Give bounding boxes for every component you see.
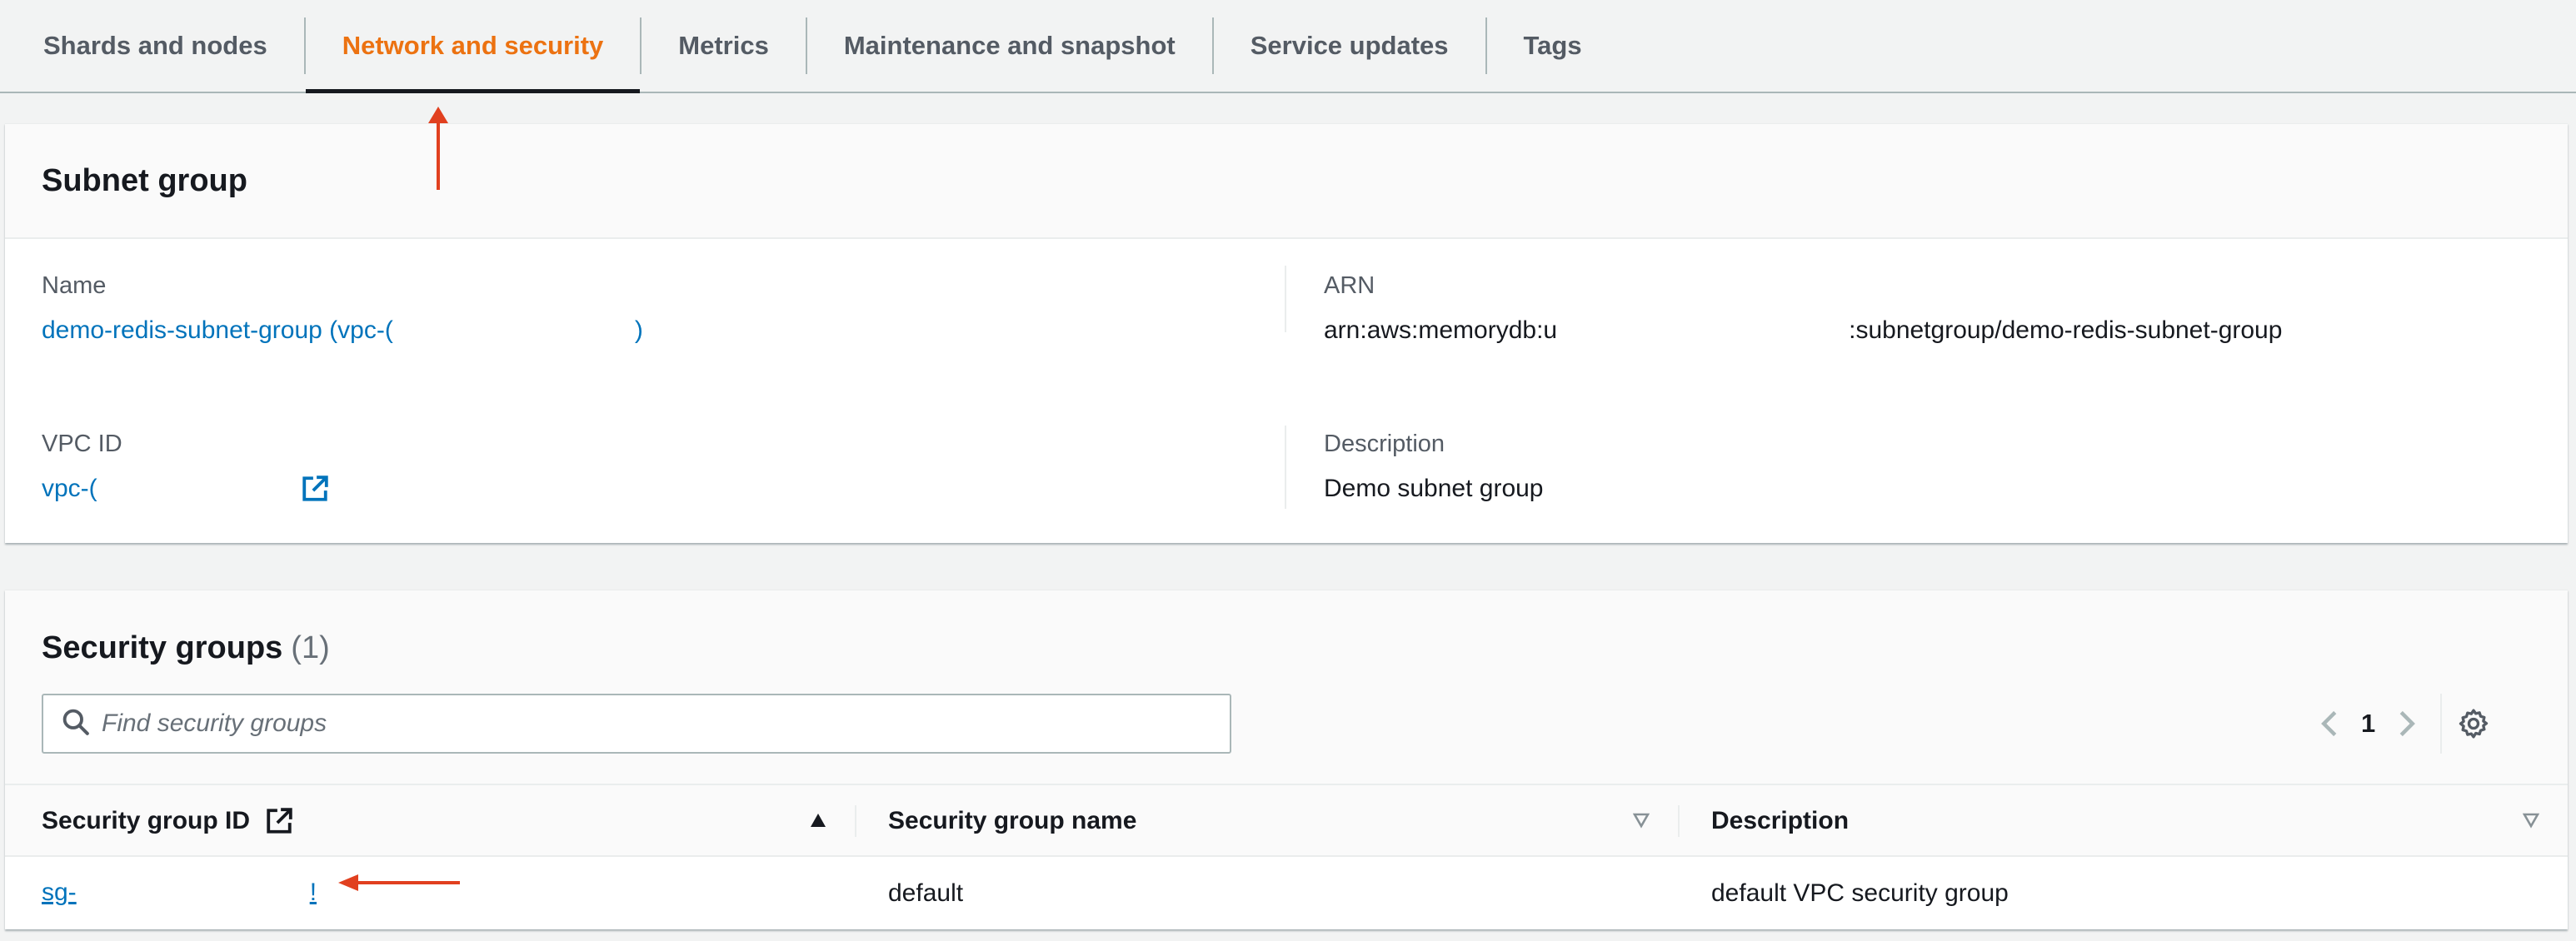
tab-network-and-security[interactable]: Network and security [305, 0, 641, 93]
description-label: Description [1324, 431, 1445, 457]
next-page-icon[interactable] [2390, 707, 2424, 740]
vpc-id-link[interactable]: vpc-( [42, 475, 97, 503]
sort-icon[interactable] [2523, 812, 2539, 829]
search-icon [62, 708, 90, 740]
redacted-region [97, 475, 301, 503]
arn-field: ARN arn:aws:memorydb:u :subnetgroup/demo-… [1324, 272, 2282, 346]
column-header-security-group-id[interactable]: Security group ID [42, 785, 293, 857]
column-header-security-group-name[interactable]: Security group name [888, 785, 1136, 857]
security-groups-count: (1) [291, 630, 330, 665]
tab-bar: Shards and nodes Network and security Me… [0, 0, 2576, 93]
subnet-group-panel: Subnet group Name demo-redis-subnet-grou… [5, 123, 2568, 543]
security-group-id-link[interactable]: sg-! [42, 879, 317, 909]
arn-value-start: arn:aws:memorydb:u [1324, 316, 1558, 344]
external-link-icon [265, 807, 293, 835]
vpc-id-label: VPC ID [42, 431, 122, 457]
column-title: Security group ID [42, 807, 251, 834]
subnet-group-header: Subnet group [5, 124, 2568, 239]
redacted-region [76, 879, 310, 909]
current-page[interactable]: 1 [2361, 709, 2375, 739]
table-header: Security group ID Security group name De… [5, 784, 2568, 857]
tab-metrics[interactable]: Metrics [642, 0, 806, 92]
redacted-region [1557, 317, 1850, 346]
arn-value-end: :subnetgroup/demo-redis-subnet-group [1849, 316, 2283, 344]
column-header-description[interactable]: Description [1711, 785, 1849, 857]
sort-ascending-icon[interactable] [810, 812, 826, 829]
column-divider [1678, 805, 1680, 837]
security-group-id-end: ! [309, 879, 317, 907]
external-link-icon[interactable] [301, 475, 329, 503]
security-groups-header: Security groups (1) [5, 590, 2568, 784]
subnet-group-name-end: ) [634, 316, 643, 344]
security-groups-title-text: Security groups [42, 630, 283, 665]
annotation-arrow-left [338, 874, 460, 891]
security-group-name-cell: default [888, 879, 964, 907]
security-group-id-start: sg- [42, 879, 77, 907]
subnet-group-name-link[interactable]: demo-redis-subnet-group (vpc-() [42, 316, 643, 346]
sort-icon[interactable] [1633, 812, 1650, 829]
column-divider [855, 805, 856, 837]
security-group-id-cell: sg-! [42, 857, 317, 930]
annotation-arrow-up [428, 107, 448, 190]
security-groups-title: Security groups (1) [42, 630, 330, 666]
tab-shards-and-nodes[interactable]: Shards and nodes [0, 0, 304, 92]
description-field: Description Demo subnet group [1324, 431, 1544, 503]
tab-service-updates[interactable]: Service updates [1214, 0, 1485, 92]
column-divider [1285, 266, 1286, 332]
page: Shards and nodes Network and security Me… [0, 0, 2576, 941]
name-field: Name demo-redis-subnet-group (vpc-() [42, 272, 643, 346]
subnet-group-title: Subnet group [42, 162, 247, 198]
column-divider [1285, 426, 1286, 509]
previous-page-icon[interactable] [2313, 707, 2346, 740]
description-value: Demo subnet group [1324, 475, 1544, 502]
security-group-search[interactable] [42, 694, 1231, 754]
pagination: 1 [2313, 694, 2492, 754]
redacted-region [392, 317, 635, 346]
subnet-group-name-start: demo-redis-subnet-group (vpc-( [42, 316, 393, 344]
tab-tags[interactable]: Tags [1487, 0, 1619, 92]
name-label: Name [42, 272, 107, 299]
pager-divider [2440, 694, 2443, 754]
search-input[interactable] [102, 709, 1185, 738]
gear-icon[interactable] [2455, 705, 2492, 742]
description-cell: default VPC security group [1711, 879, 2009, 907]
arn-label: ARN [1324, 272, 1375, 299]
vpc-id-field: VPC ID vpc-( [42, 431, 329, 503]
tab-maintenance-and-snapshot[interactable]: Maintenance and snapshot [807, 0, 1212, 92]
